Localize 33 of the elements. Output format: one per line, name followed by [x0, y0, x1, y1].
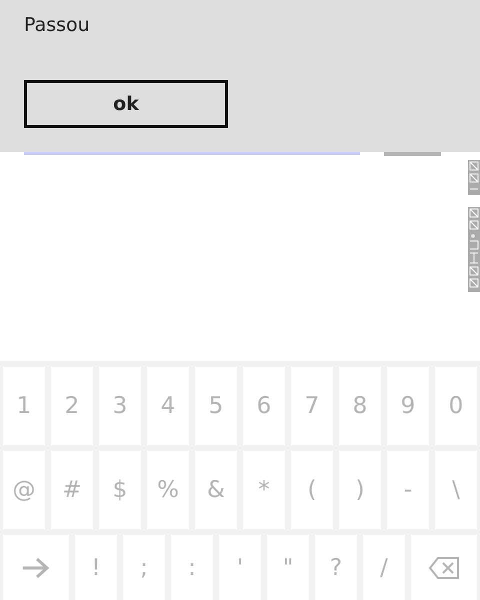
keyboard-key[interactable]: 2 — [51, 367, 93, 445]
keyboard-key[interactable]: ; — [123, 535, 165, 600]
keyboard-key[interactable]: 0 — [435, 367, 477, 445]
keyboard-key[interactable]: % — [147, 451, 189, 529]
keyboard-key[interactable]: * — [243, 451, 285, 529]
keyboard-key[interactable]: ! — [75, 535, 117, 600]
backspace-key[interactable] — [411, 535, 477, 600]
keyboard-key[interactable]: 3 — [99, 367, 141, 445]
keyboard-key[interactable]: $ — [99, 451, 141, 529]
keyboard-key[interactable]: & — [195, 451, 237, 529]
keyboard-key[interactable]: # — [51, 451, 93, 529]
keyboard-key[interactable]: 4 — [147, 367, 189, 445]
keyboard-key[interactable]: @ — [3, 451, 45, 529]
partial-button-edge — [384, 152, 441, 156]
keyboard-key[interactable]: 8 — [339, 367, 381, 445]
ok-button[interactable]: ok — [24, 80, 228, 128]
keyboard-key[interactable]: ' — [219, 535, 261, 600]
keyboard-key[interactable]: 9 — [387, 367, 429, 445]
keyboard-key[interactable]: 5 — [195, 367, 237, 445]
keyboard-key[interactable]: \ — [435, 451, 477, 529]
keyboard-key[interactable]: ) — [339, 451, 381, 529]
keyboard-key[interactable]: 6 — [243, 367, 285, 445]
dialog-message: Passou — [24, 13, 91, 38]
keyboard-key[interactable]: " — [267, 535, 309, 600]
keyboard-key[interactable]: - — [387, 451, 429, 529]
keyboard-key[interactable]: 7 — [291, 367, 333, 445]
keyboard-key[interactable]: / — [363, 535, 405, 600]
enter-key[interactable] — [3, 535, 69, 600]
keyboard-key[interactable]: ( — [291, 451, 333, 529]
keyboard-key[interactable]: : — [171, 535, 213, 600]
input-field[interactable] — [24, 152, 360, 155]
keyboard-key[interactable]: 1 — [3, 367, 45, 445]
keyboard-key[interactable]: ? — [315, 535, 357, 600]
